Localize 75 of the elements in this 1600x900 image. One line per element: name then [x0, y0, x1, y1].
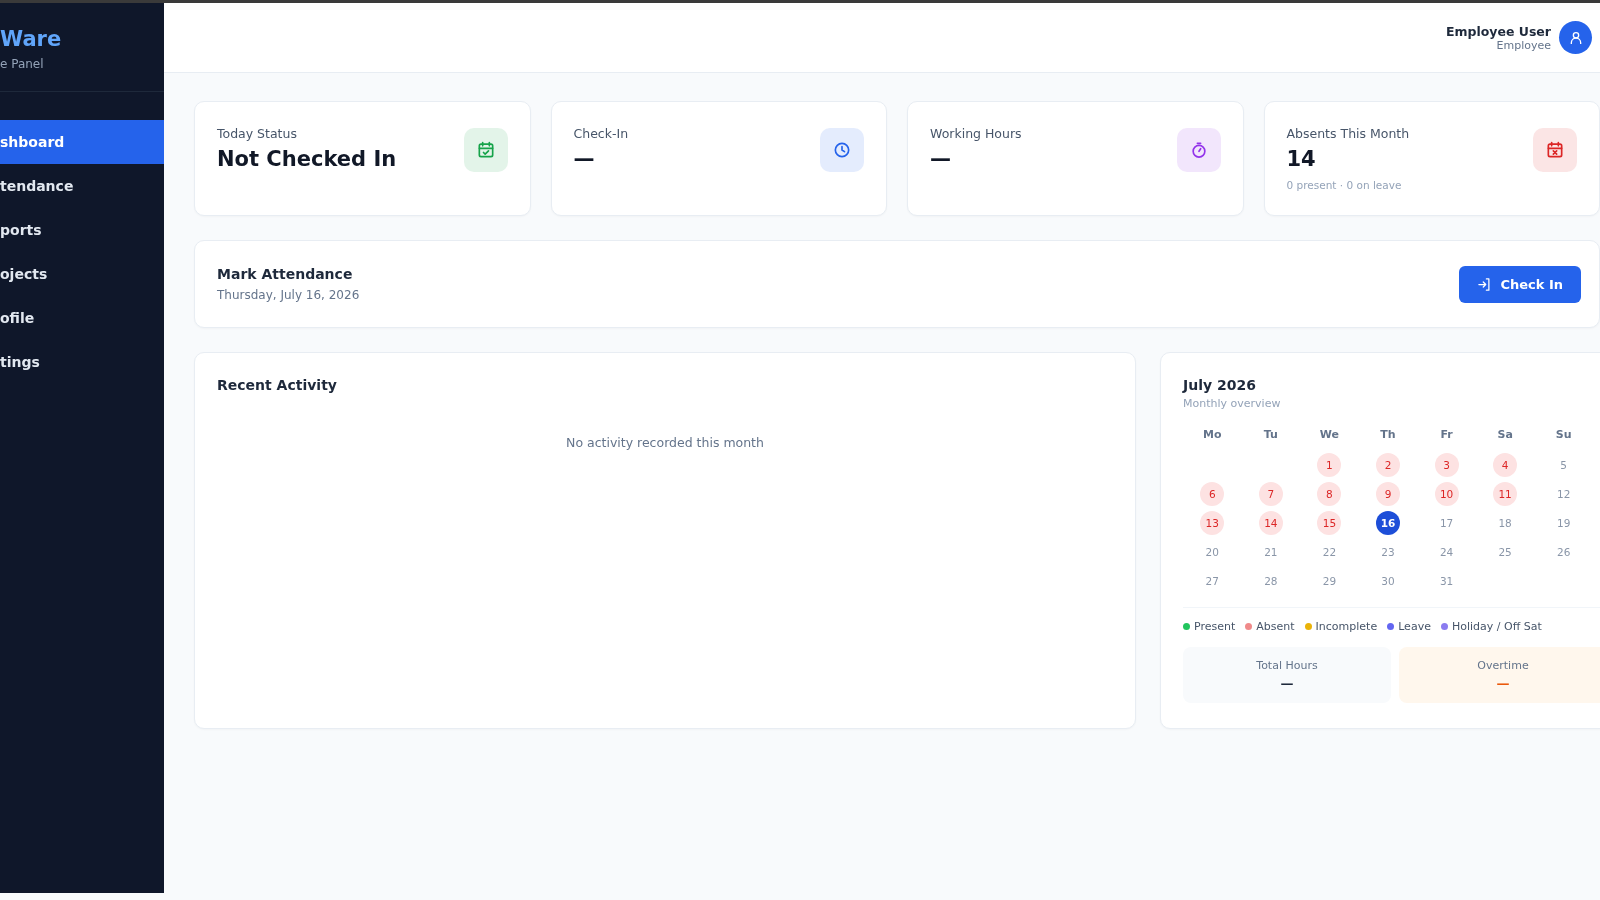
calendar-day[interactable]: 19: [1551, 511, 1576, 535]
calendar-day[interactable]: 17: [1434, 511, 1459, 535]
calendar-day[interactable]: 8: [1317, 482, 1342, 506]
calendar-day[interactable]: 11: [1493, 482, 1518, 506]
summary-value: —: [1496, 676, 1510, 691]
calendar-day[interactable]: 23: [1376, 540, 1400, 564]
sidebar-item[interactable]: shboard: [0, 120, 164, 164]
brand-subtitle: e Panel: [0, 57, 45, 71]
calendar-day[interactable]: 6: [1200, 482, 1225, 506]
calendar-day[interactable]: 26: [1551, 540, 1576, 564]
user-avatar[interactable]: [1559, 21, 1592, 54]
stat-note: 0 present · 0 on leave: [1286, 179, 1403, 191]
legend-label: Absent: [1256, 620, 1295, 633]
sidebar-item[interactable]: ofile: [0, 296, 164, 340]
calendar-day[interactable]: 3: [1434, 453, 1459, 477]
stat-value: —: [930, 147, 952, 171]
weekday-label: Mo: [1202, 428, 1223, 443]
login-icon: [1477, 276, 1493, 292]
stat-label: Absents This Month: [1286, 126, 1410, 141]
calendar-day[interactable]: 15: [1317, 511, 1342, 535]
calendar-day[interactable]: 13: [1200, 511, 1225, 535]
stat-label: Today Status: [217, 126, 298, 141]
card-title: Mark Attendance: [217, 266, 354, 282]
weekday-label: Su: [1554, 428, 1573, 443]
summary-value: —: [1280, 676, 1294, 691]
calendar-day[interactable]: 12: [1551, 482, 1576, 506]
calendar-day[interactable]: 20: [1200, 540, 1225, 564]
stat-label: Working Hours: [930, 126, 1022, 141]
calendar-day[interactable]: 1: [1317, 453, 1342, 477]
weekday-label: Sa: [1496, 428, 1514, 443]
sidebar-item[interactable]: ports: [0, 208, 164, 252]
calendar-day[interactable]: 9: [1376, 482, 1400, 506]
sidebar-item[interactable]: ojects: [0, 252, 164, 296]
weekday-label: Tu: [1262, 428, 1279, 443]
stat-label: Check-In: [573, 126, 629, 141]
brand-name: Ware: [0, 27, 63, 51]
legend-label: Holiday / Off Sat: [1451, 620, 1542, 633]
calendar-day[interactable]: 18: [1493, 511, 1518, 535]
calendar-day[interactable]: 14: [1258, 511, 1283, 535]
stat-value: Not Checked In: [217, 147, 397, 171]
legend-label: Leave: [1398, 620, 1431, 633]
card-title: Recent Activity: [217, 377, 338, 393]
calendar-day[interactable]: 5: [1551, 453, 1576, 477]
calendar-day[interactable]: 30: [1376, 569, 1400, 593]
check-in-button[interactable]: Check In: [1459, 265, 1581, 303]
sidebar-item[interactable]: tendance: [0, 164, 164, 208]
legend-label: Incomplete: [1315, 620, 1378, 633]
stat-value: —: [573, 147, 596, 171]
summary-label: Overtime: [1477, 659, 1529, 672]
calendar-day[interactable]: 28: [1258, 569, 1283, 593]
weekday-label: Fr: [1439, 428, 1454, 443]
calendar-day[interactable]: 16: [1376, 511, 1400, 535]
calendar-day[interactable]: 29: [1317, 569, 1342, 593]
calendar-day[interactable]: 2: [1376, 453, 1400, 477]
calendar-day[interactable]: 31: [1434, 569, 1459, 593]
user-name: Employee User: [1445, 23, 1551, 39]
calendar-day[interactable]: 4: [1493, 453, 1518, 477]
empty-message: No activity recorded this month: [565, 435, 765, 450]
weekday-label: Th: [1379, 428, 1397, 443]
calendar-day[interactable]: 24: [1434, 540, 1459, 564]
date-text: Thursday, July 16, 2026: [217, 288, 360, 302]
calendar-subtitle: Monthly overview: [1183, 397, 1282, 410]
calendar-title: July 2026: [1183, 377, 1257, 393]
calendar-day[interactable]: 25: [1493, 540, 1518, 564]
weekday-label: We: [1318, 428, 1340, 443]
calendar-day[interactable]: 21: [1258, 540, 1283, 564]
summary-label: Total Hours: [1256, 659, 1318, 672]
legend-label: Present: [1194, 620, 1236, 633]
sidebar-item[interactable]: tings: [0, 340, 164, 384]
calendar-day[interactable]: 22: [1317, 540, 1342, 564]
calendar-day[interactable]: 10: [1434, 482, 1459, 506]
calendar-day[interactable]: 27: [1200, 569, 1225, 593]
calendar-day[interactable]: 7: [1258, 482, 1283, 506]
stat-value: 14: [1286, 147, 1317, 171]
user-role: Employee: [1496, 38, 1551, 52]
